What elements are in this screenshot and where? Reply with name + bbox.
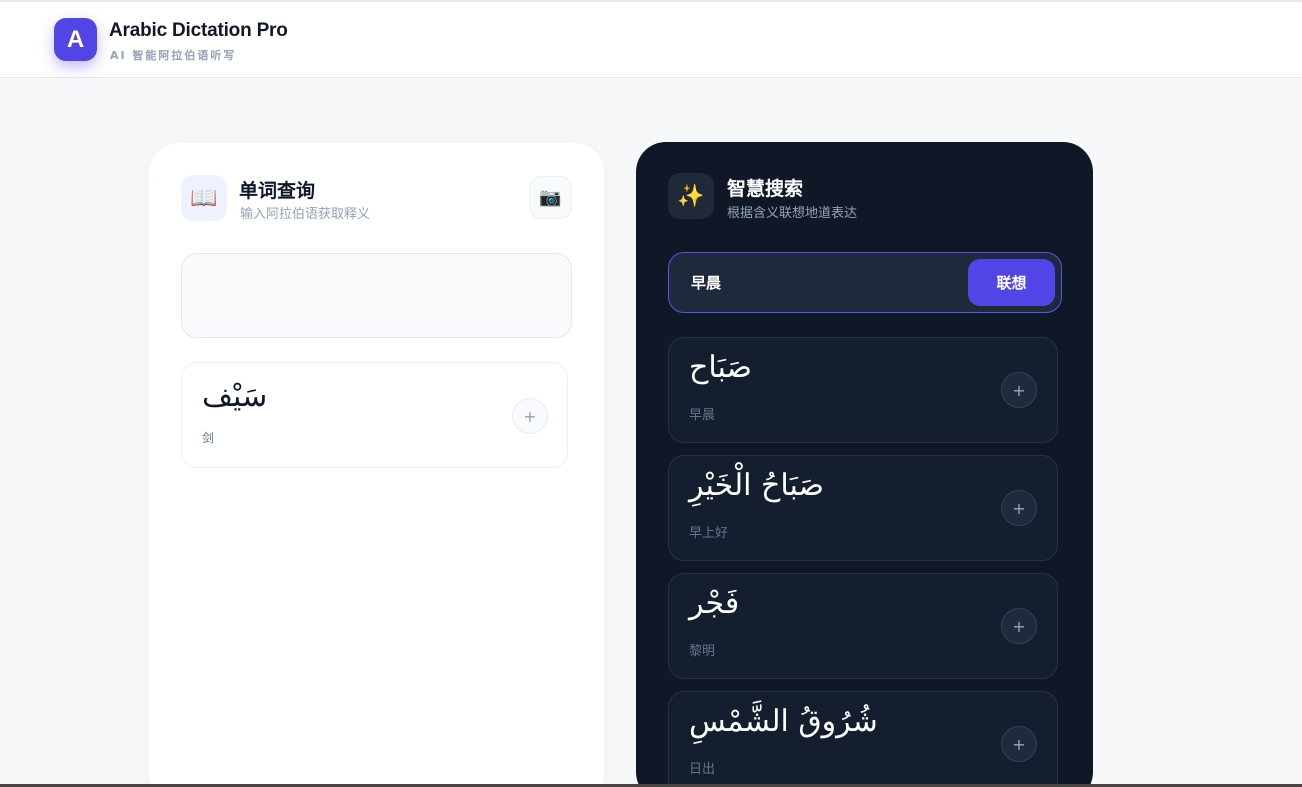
smart-search-card: ✨ 智慧搜索 根据含义联想地道表达 联想 صَبَاح 早晨 + صَبَاحُ…: [636, 142, 1093, 787]
meaning-search-input[interactable]: [669, 253, 959, 312]
suggestion-item[interactable]: فَجْر 黎明 +: [668, 573, 1058, 679]
smart-search-bar: 联想: [668, 252, 1062, 313]
plus-icon: +: [523, 406, 537, 426]
suggestion-meaning: 日出: [689, 762, 716, 777]
result-meaning: 剑: [202, 431, 215, 445]
add-suggestion-button[interactable]: +: [1001, 608, 1037, 644]
suggestion-arabic: شُرُوقُ الشَّمْسِ: [689, 704, 878, 739]
result-arabic-word: سَيْف: [202, 379, 268, 414]
suggestion-item[interactable]: شُرُوقُ الشَّمْسِ 日出 +: [668, 691, 1058, 787]
plus-icon: +: [1012, 380, 1026, 400]
word-lookup-card: 📖 单词查询 输入阿拉伯语获取释义 📷 سَيْف 剑 +: [149, 143, 604, 787]
add-suggestion-button[interactable]: +: [1001, 372, 1037, 408]
suggestion-arabic: صَبَاح: [689, 350, 753, 385]
smart-search-subtitle: 根据含义联想地道表达: [727, 206, 858, 221]
suggestion-item[interactable]: صَبَاحُ الْخَيْرِ 早上好 +: [668, 455, 1058, 561]
app-header: A Arabic Dictation Pro AI 智能阿拉伯语听写: [0, 2, 1302, 78]
lookup-subtitle: 输入阿拉伯语获取释义: [240, 207, 371, 222]
camera-button[interactable]: 📷: [529, 176, 572, 219]
plus-icon: +: [1012, 734, 1026, 754]
associate-button[interactable]: 联想: [968, 259, 1055, 306]
add-word-button[interactable]: +: [512, 398, 548, 434]
add-suggestion-button[interactable]: +: [1001, 490, 1037, 526]
suggestion-meaning: 早晨: [689, 408, 716, 423]
app-logo: A: [54, 18, 97, 61]
add-suggestion-button[interactable]: +: [1001, 726, 1037, 762]
book-icon: 📖: [181, 175, 227, 221]
suggestion-meaning: 黎明: [689, 644, 716, 659]
suggestion-item[interactable]: صَبَاح 早晨 +: [668, 337, 1058, 443]
arabic-lookup-input[interactable]: [181, 253, 572, 338]
plus-icon: +: [1012, 616, 1026, 636]
sparkles-icon: ✨: [668, 173, 714, 219]
lookup-title: 单词查询: [239, 180, 316, 202]
camera-icon: 📷: [539, 187, 562, 208]
suggestion-meaning: 早上好: [689, 526, 729, 541]
suggestion-arabic: صَبَاحُ الْخَيْرِ: [689, 468, 825, 503]
plus-icon: +: [1012, 498, 1026, 518]
suggestion-arabic: فَجْر: [689, 586, 740, 621]
smart-search-title: 智慧搜索: [727, 178, 804, 200]
app-title: Arabic Dictation Pro: [109, 20, 288, 41]
app-subtitle: AI 智能阿拉伯语听写: [110, 49, 237, 62]
lookup-result-item[interactable]: سَيْف 剑 +: [181, 362, 568, 468]
